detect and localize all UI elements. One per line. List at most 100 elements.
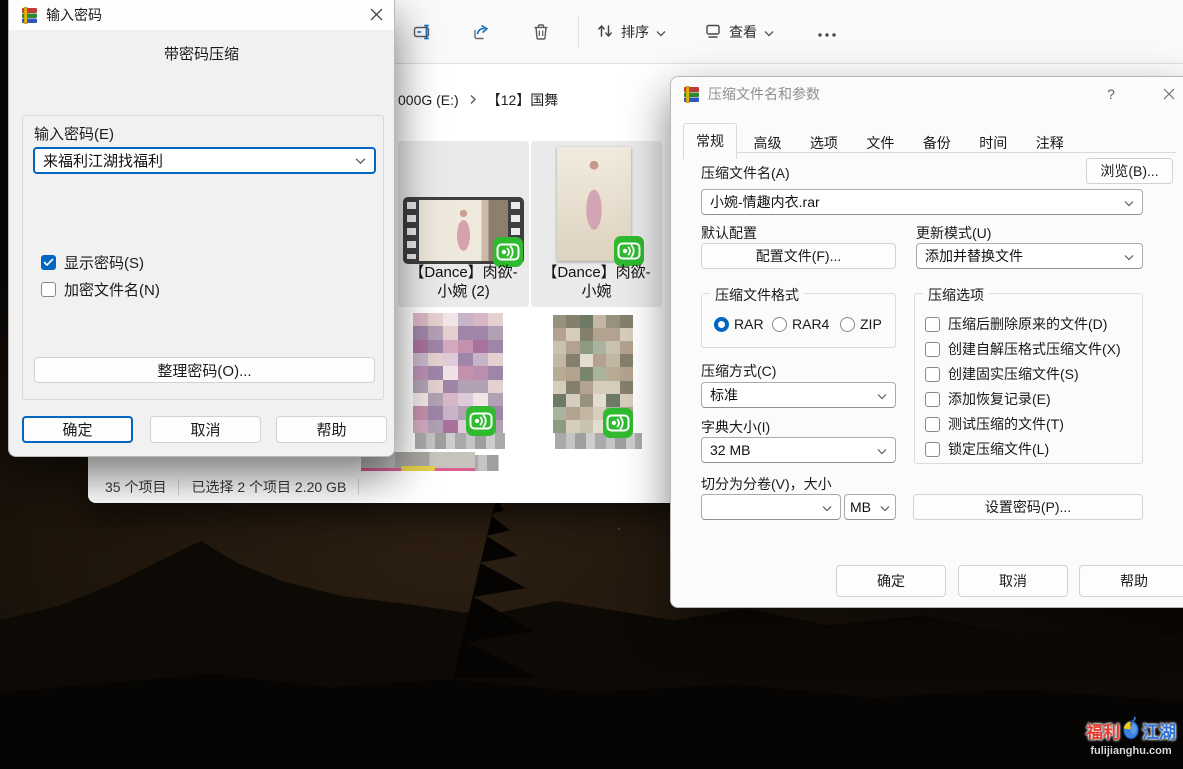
watermark-url: fulijianghu.com [1080, 745, 1182, 757]
password-dialog-title: 输入密码 [46, 5, 102, 25]
archive-options-group-label: 压缩选项 [923, 285, 989, 305]
checkbox-label: 加密文件名(N) [64, 279, 160, 300]
chevron-down-icon[interactable] [1124, 194, 1134, 210]
chevron-down-icon[interactable] [1124, 248, 1134, 264]
set-password-button[interactable]: 设置密码(P)... [913, 494, 1143, 520]
checkbox[interactable] [925, 367, 940, 382]
view-label: 查看 [729, 22, 757, 42]
profiles-button[interactable]: 配置文件(F)... [701, 243, 896, 269]
screen: 排序 查看 000G (E:) 【12】国舞 【Da [0, 0, 1183, 769]
rename-icon[interactable] [412, 21, 434, 43]
chevron-down-icon[interactable] [877, 442, 887, 458]
winrar-icon [683, 86, 700, 103]
checkbox-label: 测试压缩的文件(T) [948, 414, 1064, 434]
tab-general[interactable]: 常规 [683, 123, 737, 159]
archive-name-value: 小婉-情趣内衣.rar [710, 192, 820, 212]
password-label: 输入密码(E) [34, 123, 114, 144]
file-label: 【Dance】肉欲- 小婉 [533, 263, 660, 301]
cancel-button[interactable]: 取消 [150, 416, 261, 443]
tab-files[interactable]: 文件 [854, 127, 906, 158]
delete-icon[interactable] [530, 21, 552, 43]
option-lock[interactable]: 锁定压缩文件(L) [925, 439, 1049, 459]
close-icon[interactable] [361, 3, 391, 25]
checkbox[interactable] [925, 417, 940, 432]
checkbox[interactable] [925, 442, 940, 457]
option-solid[interactable]: 创建固实压缩文件(S) [925, 364, 1079, 384]
radio-button[interactable] [840, 317, 855, 332]
show-password-option[interactable]: 显示密码(S) [41, 252, 144, 273]
dictionary-combobox[interactable]: 32 MB [701, 437, 896, 463]
ok-button[interactable]: 确定 [22, 416, 133, 443]
watermark-text-right: 江湖 [1142, 718, 1176, 743]
option-test[interactable]: 测试压缩的文件(T) [925, 414, 1064, 434]
volume-size-combobox[interactable] [701, 494, 841, 520]
file-tile-video[interactable]: 【Dance】肉欲- 小婉 (2) [398, 141, 529, 307]
star [618, 528, 620, 530]
radio-button[interactable] [772, 317, 787, 332]
checkbox[interactable] [41, 282, 56, 297]
chevron-down-icon[interactable] [822, 499, 832, 515]
help-button[interactable]: 帮助 [1079, 565, 1183, 597]
close-icon[interactable] [1154, 83, 1183, 105]
radio-label: RAR [734, 316, 764, 332]
sort-button[interactable]: 排序 [596, 18, 666, 46]
radio-zip[interactable]: ZIP [840, 316, 882, 332]
help-icon[interactable]: ? [1096, 83, 1126, 105]
breadcrumb-drive[interactable]: 000G (E:) [398, 92, 459, 108]
password-dialog-heading: 带密码压缩 [9, 43, 394, 64]
file-tile-image[interactable]: 【Dance】肉欲- 小婉 [531, 141, 662, 307]
method-combobox[interactable]: 标准 [701, 382, 896, 408]
chevron-down-icon[interactable] [877, 387, 887, 403]
tab-comment[interactable]: 注释 [1024, 127, 1076, 158]
chevron-down-icon[interactable] [355, 152, 366, 169]
tab-backup[interactable]: 备份 [911, 127, 963, 158]
view-icon [704, 22, 722, 43]
sort-icon [596, 22, 614, 43]
help-button[interactable]: 帮助 [276, 416, 387, 443]
chevron-down-icon [656, 24, 666, 40]
tab-advanced[interactable]: 高级 [741, 127, 793, 158]
update-mode-label: 更新模式(U) [916, 223, 991, 243]
password-input[interactable]: 来福利江湖找福利 [33, 147, 376, 174]
update-mode-combobox[interactable]: 添加并替换文件 [916, 243, 1143, 269]
radio-rar4[interactable]: RAR4 [772, 316, 829, 332]
breadcrumb: 000G (E:) 【12】国舞 [398, 90, 558, 110]
checkbox[interactable] [925, 317, 940, 332]
organize-passwords-button[interactable]: 整理密码(O)... [34, 357, 375, 383]
profile-label: 默认配置 [701, 223, 757, 243]
tab-options[interactable]: 选项 [798, 127, 850, 158]
volume-unit-combobox[interactable]: MB [844, 494, 896, 520]
archive-format-group: 压缩文件格式 RAR RAR4 ZIP [701, 293, 896, 348]
option-delete-files[interactable]: 压缩后删除原来的文件(D) [925, 314, 1107, 334]
dictionary-value: 32 MB [710, 442, 750, 458]
view-button[interactable]: 查看 [704, 18, 774, 46]
checkbox-checked[interactable] [41, 255, 56, 270]
radio-label: RAR4 [792, 316, 829, 332]
cancel-button[interactable]: 取消 [958, 565, 1068, 597]
dictionary-label: 字典大小(I) [701, 417, 770, 437]
archive-format-group-label: 压缩文件格式 [710, 285, 804, 305]
share-icon[interactable] [470, 21, 492, 43]
checkbox-label: 锁定压缩文件(L) [948, 439, 1049, 459]
ok-button[interactable]: 确定 [836, 565, 946, 597]
option-sfx[interactable]: 创建自解压格式压缩文件(X) [925, 339, 1121, 359]
media-app-badge-icon [602, 407, 634, 444]
option-recovery[interactable]: 添加恢复记录(E) [925, 389, 1051, 409]
chevron-down-icon[interactable] [880, 499, 890, 515]
update-mode-value: 添加并替换文件 [925, 246, 1023, 266]
chevron-right-icon [469, 92, 477, 108]
breadcrumb-folder[interactable]: 【12】国舞 [487, 90, 559, 110]
checkbox[interactable] [925, 392, 940, 407]
encrypt-filenames-option[interactable]: 加密文件名(N) [41, 279, 160, 300]
tab-time[interactable]: 时间 [967, 127, 1019, 158]
radio-button[interactable] [714, 317, 729, 332]
archive-name-combobox[interactable]: 小婉-情趣内衣.rar [701, 189, 1143, 215]
volume-label: 切分为分卷(V)，大小 [701, 474, 832, 494]
more-icon[interactable] [816, 24, 838, 46]
checkbox[interactable] [925, 342, 940, 357]
archive-name-label: 压缩文件名(A) [701, 163, 790, 183]
watermark-text-left: 福利 [1086, 718, 1120, 743]
browse-button[interactable]: 浏览(B)... [1086, 158, 1173, 184]
radio-rar[interactable]: RAR [714, 316, 764, 332]
checkbox-label: 显示密码(S) [64, 252, 144, 273]
